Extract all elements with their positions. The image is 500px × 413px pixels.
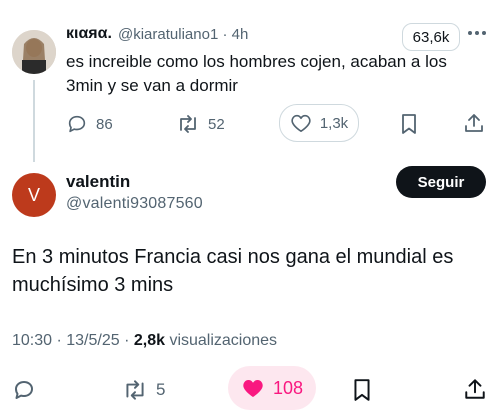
parent-views-count: 63,6k (412, 28, 450, 46)
share-button[interactable] (463, 377, 487, 401)
heart-filled-icon (241, 377, 265, 399)
parent-views-badge[interactable]: 63,6k (402, 23, 460, 51)
main-tweet-text: En 3 minutos Francia casi nos gana el mu… (12, 246, 454, 296)
parent-like-count: 1,3k (319, 114, 349, 132)
share-icon (463, 112, 485, 134)
reply-icon (12, 378, 36, 402)
retweet-icon (176, 113, 200, 135)
follow-button[interactable]: Seguir (396, 166, 486, 198)
parent-tweet-text: es increible como los hombres cojen, aca… (66, 52, 447, 95)
reply-button[interactable] (12, 378, 36, 402)
bookmark-icon (352, 378, 372, 402)
more-icon[interactable] (466, 28, 488, 38)
share-icon (463, 377, 487, 401)
main-handle[interactable]: @valenti93087560 (66, 195, 203, 213)
avatar-letter: V (27, 184, 40, 205)
parent-retweet-count: 52 (208, 115, 225, 133)
thread-line (33, 80, 35, 162)
parent-display-name[interactable]: кιαяα. (66, 25, 112, 43)
retweet-button[interactable]: 5 (122, 378, 165, 402)
parent-share-button[interactable] (463, 112, 485, 134)
parent-reply-count: 86 (96, 115, 113, 133)
like-button[interactable]: 108 (228, 366, 316, 410)
parent-like-button[interactable]: 1,3k (279, 104, 359, 142)
parent-handle-time[interactable]: @kiaratuliano1 · 4h (118, 26, 248, 43)
views-count: 2,8k (133, 332, 165, 349)
tweet-timestamp[interactable]: 10:30 · 13/5/25 · (12, 332, 134, 349)
reply-icon (66, 113, 88, 135)
retweet-count: 5 (156, 380, 166, 399)
parent-bookmark-button[interactable] (400, 113, 418, 135)
parent-retweet-button[interactable]: 52 (176, 113, 225, 135)
parent-reply-button[interactable]: 86 (66, 113, 113, 135)
main-avatar[interactable]: V (12, 173, 56, 217)
bookmark-icon (400, 113, 418, 135)
retweet-icon (122, 378, 148, 402)
bookmark-button[interactable] (352, 378, 372, 402)
parent-avatar[interactable] (12, 30, 56, 74)
tweet-metadata: 10:30 · 13/5/25 · 2,8k visualizaciones (12, 332, 277, 350)
like-count: 108 (272, 377, 304, 398)
views-label: visualizaciones (165, 332, 278, 349)
main-display-name[interactable]: valentin (66, 172, 130, 192)
heart-icon (290, 113, 312, 133)
